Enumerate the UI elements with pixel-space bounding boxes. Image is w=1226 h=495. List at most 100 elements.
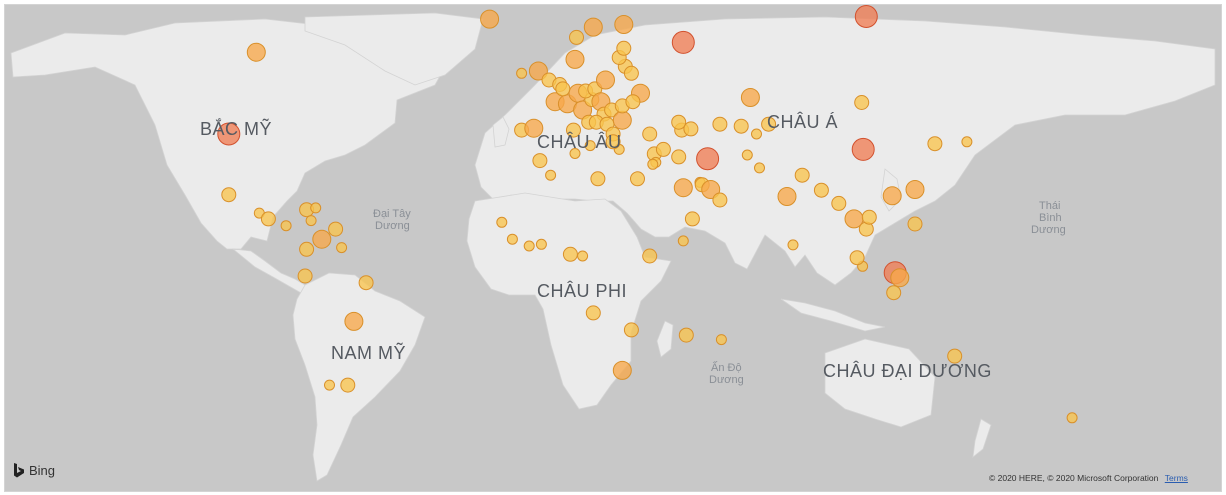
map-bubble[interactable] bbox=[751, 128, 762, 140]
map-bubble[interactable] bbox=[545, 169, 557, 181]
map-bubble[interactable] bbox=[340, 377, 356, 393]
map-bubble[interactable] bbox=[642, 248, 658, 264]
map-bubble[interactable] bbox=[741, 149, 753, 161]
map-bubble[interactable] bbox=[297, 268, 313, 284]
map-bubble[interactable] bbox=[673, 178, 693, 198]
map-bubble[interactable] bbox=[849, 250, 865, 266]
world-map[interactable]: BẮC MỸ CHÂU ÂU CHÂU Á CHÂU PHI NAM MỸ CH… bbox=[5, 5, 1221, 491]
map-bubble[interactable] bbox=[854, 95, 870, 110]
map-bubble[interactable] bbox=[623, 322, 639, 338]
map-bubble[interactable] bbox=[260, 211, 276, 227]
map-bubble[interactable] bbox=[596, 70, 615, 90]
map-bubble[interactable] bbox=[642, 126, 658, 142]
map-bubble[interactable] bbox=[740, 88, 760, 107]
map-bubble[interactable] bbox=[794, 167, 810, 183]
label-oceania: CHÂU ĐẠI DƯƠNG bbox=[823, 361, 992, 381]
map-bubble[interactable] bbox=[516, 67, 528, 79]
map-frame[interactable]: BẮC MỸ CHÂU ÂU CHÂU Á CHÂU PHI NAM MỸ CH… bbox=[4, 4, 1222, 492]
map-bubble[interactable] bbox=[907, 216, 923, 232]
new-zealand-land bbox=[972, 418, 992, 458]
map-bubble[interactable] bbox=[496, 216, 508, 228]
map-bubble[interactable] bbox=[562, 246, 578, 262]
map-bubble[interactable] bbox=[358, 275, 374, 291]
bing-b-icon bbox=[14, 463, 24, 478]
label-asia: CHÂU Á bbox=[767, 112, 838, 132]
map-bubble[interactable] bbox=[861, 209, 877, 225]
map-bubble[interactable] bbox=[535, 238, 547, 250]
map-bubble[interactable] bbox=[677, 235, 689, 247]
map-bubble[interactable] bbox=[890, 268, 910, 288]
bing-logo: Bing bbox=[13, 463, 55, 478]
map-bubble[interactable] bbox=[831, 195, 847, 211]
map-bubble[interactable] bbox=[678, 327, 694, 343]
map-bubble[interactable] bbox=[480, 9, 500, 29]
map-bubble[interactable] bbox=[854, 5, 878, 28]
map-bubble[interactable] bbox=[813, 182, 829, 198]
map-bubble[interactable] bbox=[671, 114, 687, 130]
map-bubble[interactable] bbox=[655, 141, 671, 157]
label-atlantic-line1: Đại Tây bbox=[373, 208, 411, 220]
map-bubble[interactable] bbox=[684, 211, 700, 227]
map-bubble[interactable] bbox=[712, 116, 728, 132]
map-bubble[interactable] bbox=[328, 221, 344, 237]
map-bubble[interactable] bbox=[612, 110, 632, 130]
label-north-america: BẮC MỸ bbox=[200, 118, 272, 139]
map-bubble[interactable] bbox=[616, 40, 632, 56]
madagascar-land bbox=[656, 320, 674, 358]
map-bubble[interactable] bbox=[787, 239, 799, 251]
map-bubble[interactable] bbox=[683, 121, 699, 137]
map-bubble[interactable] bbox=[305, 215, 317, 227]
map-bubble[interactable] bbox=[851, 137, 875, 161]
map-bubble[interactable] bbox=[344, 311, 364, 331]
map-bubble[interactable] bbox=[523, 240, 535, 252]
map-bubble[interactable] bbox=[754, 162, 765, 174]
map-bubble[interactable] bbox=[905, 180, 925, 199]
attribution: © 2020 HERE, © 2020 Microsoft Corporatio… bbox=[989, 473, 1188, 483]
map-bubble[interactable] bbox=[882, 186, 902, 206]
map-bubble[interactable] bbox=[585, 305, 601, 321]
map-bubble[interactable] bbox=[630, 171, 645, 187]
map-bubble[interactable] bbox=[614, 15, 634, 34]
label-south-america: NAM MỸ bbox=[331, 342, 406, 363]
map-bubble[interactable] bbox=[246, 42, 266, 62]
map-bubble[interactable] bbox=[733, 118, 749, 134]
label-africa: CHÂU PHI bbox=[537, 281, 627, 301]
map-bubble[interactable] bbox=[532, 153, 548, 169]
map-bubble[interactable] bbox=[927, 136, 943, 152]
map-bubble[interactable] bbox=[1066, 412, 1078, 424]
bing-logo-text: Bing bbox=[29, 463, 56, 478]
map-bubble[interactable] bbox=[696, 147, 720, 171]
label-pacific-line3: Dương bbox=[1031, 224, 1066, 236]
map-bubble[interactable] bbox=[299, 241, 315, 257]
map-bubble[interactable] bbox=[712, 192, 728, 208]
map-bubble[interactable] bbox=[565, 49, 585, 69]
copyright-text: © 2020 HERE, © 2020 Microsoft Corporatio… bbox=[989, 473, 1159, 483]
map-bubble[interactable] bbox=[623, 65, 639, 81]
map-bubble[interactable] bbox=[886, 285, 902, 301]
map-bubble[interactable] bbox=[961, 136, 973, 148]
map-bubble[interactable] bbox=[221, 187, 237, 203]
map-bubble[interactable] bbox=[336, 242, 348, 254]
map-bubble[interactable] bbox=[569, 29, 584, 45]
map-bubble[interactable] bbox=[590, 171, 606, 187]
map-bubble[interactable] bbox=[583, 17, 603, 37]
map-bubble[interactable] bbox=[671, 149, 687, 165]
australia-land bbox=[824, 338, 936, 428]
map-bubble[interactable] bbox=[647, 158, 659, 170]
map-bubble[interactable] bbox=[715, 334, 727, 346]
map-bubble[interactable] bbox=[777, 187, 797, 206]
label-pacific-line1: Thái bbox=[1039, 200, 1060, 212]
map-bubble[interactable] bbox=[310, 202, 322, 214]
map-bubble[interactable] bbox=[577, 250, 589, 262]
map-bubble[interactable] bbox=[612, 360, 632, 380]
map-bubble[interactable] bbox=[625, 94, 641, 110]
map-bubble[interactable] bbox=[324, 379, 335, 391]
map-bubble[interactable] bbox=[312, 229, 332, 249]
south-america-land bbox=[292, 272, 426, 482]
map-bubble[interactable] bbox=[555, 81, 571, 97]
indonesia-land bbox=[780, 298, 886, 332]
map-bubble[interactable] bbox=[506, 233, 518, 245]
map-bubble[interactable] bbox=[671, 30, 695, 54]
terms-link[interactable]: Terms bbox=[1165, 473, 1188, 483]
map-bubble[interactable] bbox=[280, 220, 292, 232]
